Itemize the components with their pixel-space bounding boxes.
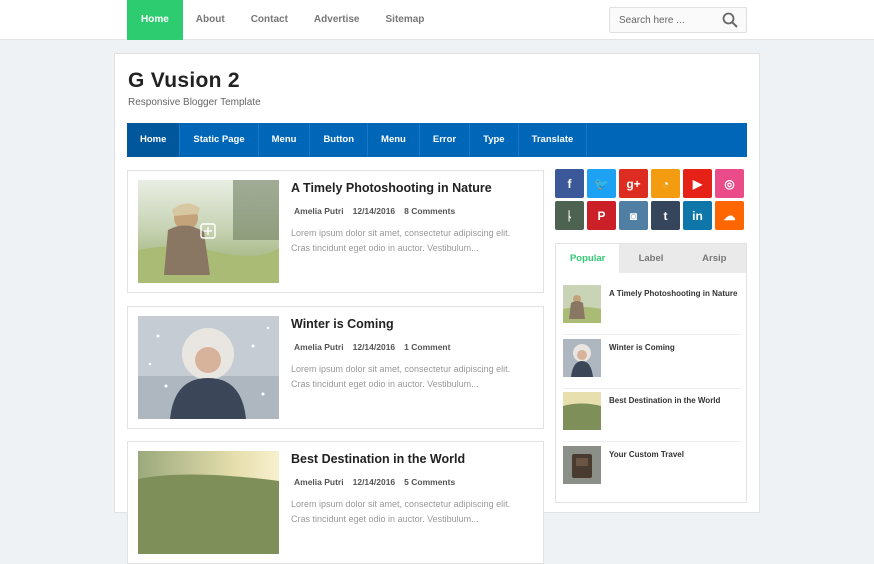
post-comments[interactable]: 8 Comments — [404, 206, 455, 216]
tab-label[interactable]: Label — [619, 244, 682, 273]
post-author[interactable]: Amelia Putri — [294, 342, 344, 352]
mainnav-translate[interactable]: Translate — [519, 123, 588, 157]
mainnav-home[interactable]: Home — [127, 123, 181, 157]
topnav-contact[interactable]: Contact — [238, 0, 301, 40]
popular-post-thumbnail[interactable] — [563, 446, 601, 484]
search-box — [609, 7, 747, 33]
tumblr-icon[interactable]: t — [651, 201, 680, 230]
post-title[interactable]: Winter is Coming — [291, 317, 394, 331]
tab-arsip[interactable]: Arsip — [683, 244, 746, 273]
post-comments[interactable]: 1 Comment — [404, 342, 450, 352]
blog-subtitle: Responsive Blogger Template — [128, 97, 261, 108]
mainnav-error[interactable]: Error — [420, 123, 471, 157]
post-thumbnail[interactable] — [138, 180, 279, 283]
topnav-advertise[interactable]: Advertise — [301, 0, 373, 40]
top-navigation: Home About Contact Advertise Sitemap — [127, 0, 437, 40]
mainnav-type[interactable]: Type — [470, 123, 519, 157]
facebook-icon[interactable]: f — [555, 169, 584, 198]
post-meta: Amelia Putri 12/14/2016 8 Comments — [294, 206, 455, 216]
post-author[interactable]: Amelia Putri — [294, 477, 344, 487]
popular-post-title[interactable]: Best Destination in the World — [609, 394, 739, 408]
tabs-widget: Popular Label Arsip A Timely Photoshooti… — [555, 243, 747, 503]
post-title[interactable]: Best Destination in the World — [291, 452, 465, 466]
main-container: G Vusion 2 Responsive Blogger Template H… — [114, 53, 760, 564]
mainnav-button[interactable]: Button — [310, 123, 369, 157]
post-card: Winter is Coming Amelia Putri 12/14/2016… — [127, 306, 544, 429]
mainnav-menu-2[interactable]: Menu — [368, 123, 420, 157]
topnav-about[interactable]: About — [183, 0, 238, 40]
post-date: 12/14/2016 — [352, 206, 396, 216]
post-comments[interactable]: 5 Comments — [404, 477, 455, 487]
topnav-home[interactable]: Home — [127, 0, 183, 40]
post-title[interactable]: A Timely Photoshooting in Nature — [291, 181, 492, 195]
post-meta: Amelia Putri 12/14/2016 1 Comment — [294, 342, 450, 352]
popular-post-title[interactable]: Winter is Coming — [609, 341, 739, 355]
popular-post-thumbnail[interactable] — [563, 339, 601, 377]
youtube-icon[interactable]: ▶ — [683, 169, 712, 198]
dribbble-icon[interactable]: ◎ — [715, 169, 744, 198]
popular-post-thumbnail[interactable] — [563, 285, 601, 323]
popular-post-item[interactable]: Best Destination in the World — [563, 392, 741, 442]
deviantart-icon[interactable]: ᚿ — [555, 201, 584, 230]
post-date: 12/14/2016 — [352, 342, 396, 352]
plus-icon — [200, 223, 216, 239]
blog-title[interactable]: G Vusion 2 — [128, 69, 240, 93]
post-card: A Timely Photoshooting in Nature Amelia … — [127, 170, 544, 293]
post-date: 12/14/2016 — [352, 477, 396, 487]
post-thumbnail[interactable] — [138, 316, 279, 419]
pinterest-icon[interactable]: P — [587, 201, 616, 230]
main-navigation: Home Static Page Menu Button Menu Error … — [127, 123, 747, 157]
popular-post-item[interactable]: Winter is Coming — [563, 339, 741, 389]
post-card: Best Destination in the World Amelia Put… — [127, 441, 544, 564]
post-meta: Amelia Putri 12/14/2016 5 Comments — [294, 477, 455, 487]
top-bar: Home About Contact Advertise Sitemap — [0, 0, 874, 40]
post-author[interactable]: Amelia Putri — [294, 206, 344, 216]
social-icons: f 🐦 g+ ◔ ▶ ◎ ᚿ P ◙ t in ☁ — [555, 169, 747, 230]
post-excerpt: Lorem ipsum dolor sit amet, consectetur … — [291, 364, 511, 389]
popular-post-thumbnail[interactable] — [563, 392, 601, 430]
rss-icon[interactable]: ◔ — [651, 169, 680, 198]
topnav-sitemap[interactable]: Sitemap — [373, 0, 438, 40]
post-thumbnail[interactable] — [138, 451, 279, 554]
twitter-icon[interactable]: 🐦 — [587, 169, 616, 198]
widget-tabs: Popular Label Arsip — [556, 244, 746, 273]
linkedin-icon[interactable]: in — [683, 201, 712, 230]
post-excerpt: Lorem ipsum dolor sit amet, consectetur … — [291, 499, 511, 524]
mainnav-static-page[interactable]: Static Page — [180, 123, 259, 157]
popular-post-item[interactable]: A Timely Photoshooting in Nature — [563, 285, 741, 335]
instagram-icon[interactable]: ◙ — [619, 201, 648, 230]
soundcloud-icon[interactable]: ☁ — [715, 201, 744, 230]
tab-popular[interactable]: Popular — [556, 244, 620, 273]
post-excerpt: Lorem ipsum dolor sit amet, consectetur … — [291, 228, 511, 253]
popular-post-title[interactable]: Your Custom Travel — [609, 448, 739, 462]
search-input[interactable] — [610, 8, 718, 32]
mainnav-menu[interactable]: Menu — [259, 123, 311, 157]
google-plus-icon[interactable]: g+ — [619, 169, 648, 198]
popular-post-title[interactable]: A Timely Photoshooting in Nature — [609, 287, 739, 301]
search-icon[interactable] — [722, 12, 738, 28]
popular-post-item[interactable]: Your Custom Travel — [563, 446, 741, 496]
